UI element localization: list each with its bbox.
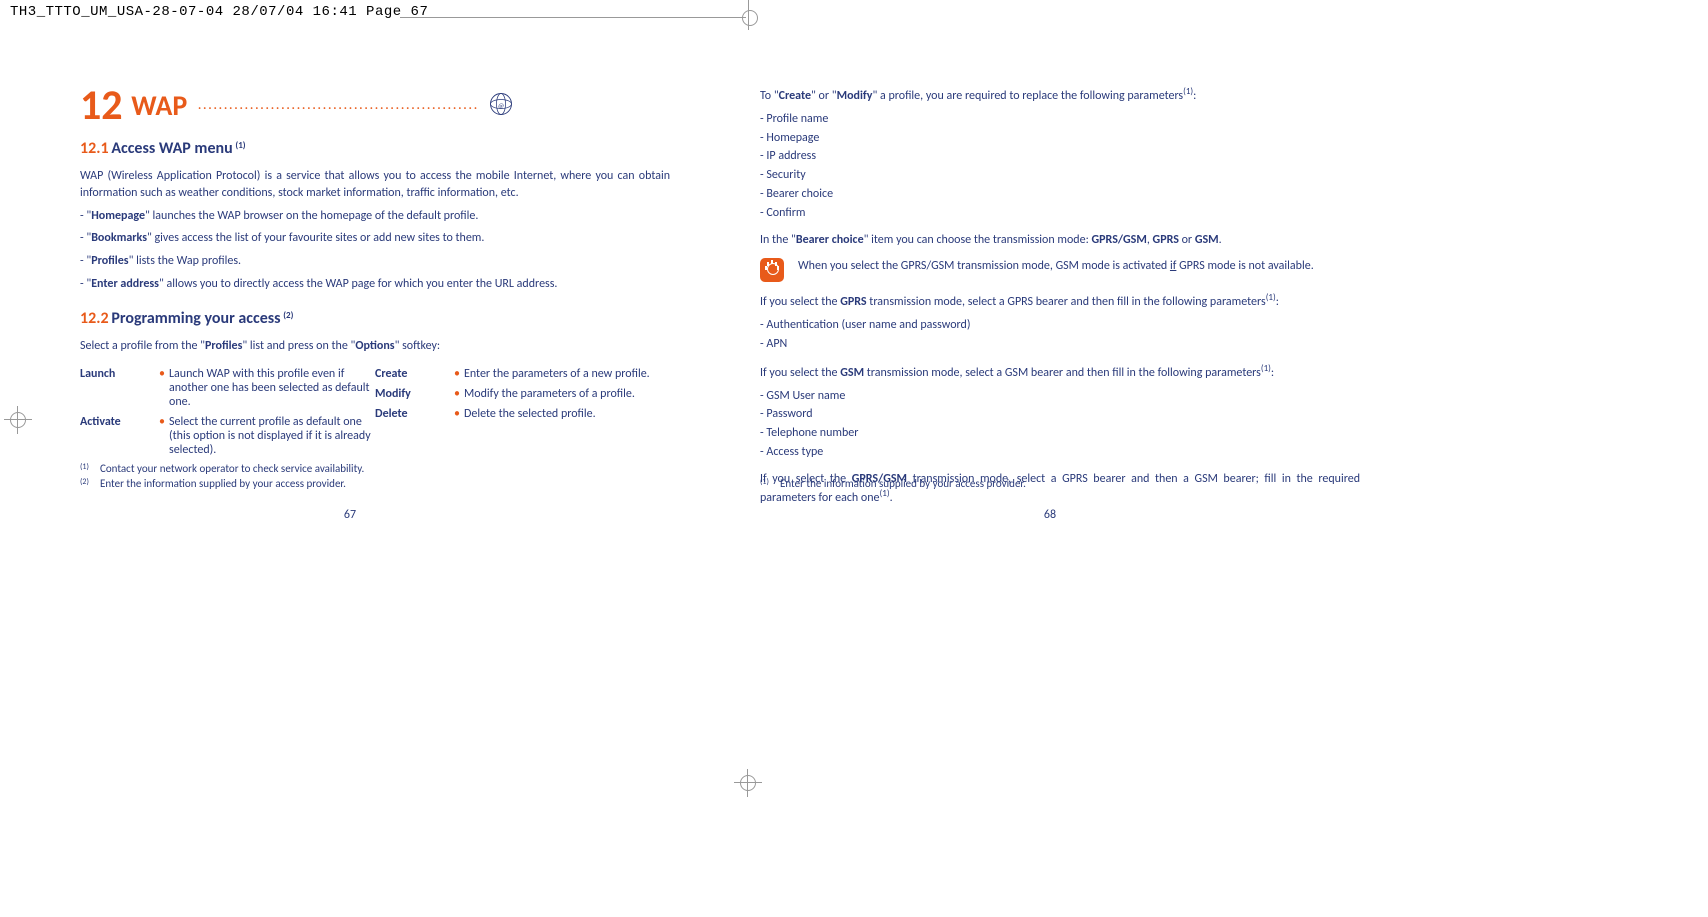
option-create: Create Enter the parameters of a new pro… [375, 367, 670, 381]
options-table: Launch Launch WAP with this profile even… [80, 367, 670, 463]
section-12-2-heading: 12.2 Programming your access (2) [80, 309, 670, 328]
section-12-1-heading: 12.1 Access WAP menu (1) [80, 139, 670, 158]
list-item: IP address [760, 148, 1360, 165]
print-header: TH3_TTTO_UM_USA-28-07-04 28/07/04 16:41 … [10, 4, 428, 20]
list-item: GSM User name [760, 388, 1360, 405]
section-title: Access WAP menu [111, 139, 232, 158]
bullet-bookmarks: - "Bookmarks" gives access the list of y… [80, 230, 670, 247]
chapter-heading: 12 WAP .................................… [80, 80, 670, 131]
param-list-1: Profile name Homepage IP address Securit… [760, 111, 1360, 222]
param-list-3: GSM User name Password Telephone number … [760, 388, 1360, 461]
chapter-number: 12 [80, 80, 123, 131]
tip-text: When you select the GPRS/GSM transmissio… [798, 258, 1314, 275]
select-profile-line: Select a profile from the "Profiles" lis… [80, 338, 670, 355]
create-modify-line: To "Create" or "Modify" a profile, you a… [760, 86, 1360, 105]
list-item: Access type [760, 444, 1360, 461]
svg-text:@: @ [497, 101, 504, 110]
bullet-profiles: - "Profiles" lists the Wap profiles. [80, 253, 670, 270]
gsm-line: If you select the GSM transmission mode,… [760, 363, 1360, 382]
page-number: 68 [700, 508, 1400, 522]
list-item: APN [760, 336, 1360, 353]
bullet-homepage: - "Homepage" launches the WAP browser on… [80, 208, 670, 225]
option-delete: Delete Delete the selected profile. [375, 407, 670, 421]
param-list-2: Authentication (user name and password) … [760, 317, 1360, 353]
section-number: 12.2 [80, 309, 109, 328]
list-item: Bearer choice [760, 186, 1360, 203]
option-launch: Launch Launch WAP with this profile even… [80, 367, 375, 409]
section-sup: (2) [283, 310, 293, 321]
footnotes-left: (1)Contact your network operator to chec… [80, 460, 660, 492]
intro-paragraph: WAP (Wireless Application Protocol) is a… [80, 168, 670, 202]
lightbulb-icon [760, 258, 784, 282]
bearer-choice-line: In the "Bearer choice" item you can choo… [760, 232, 1360, 249]
wap-globe-icon: @ [486, 89, 516, 123]
page-number: 67 [0, 508, 700, 522]
section-sup: (1) [235, 140, 245, 151]
chapter-title: WAP [131, 88, 187, 123]
page-67: 12 WAP .................................… [0, 60, 700, 532]
tip-box: When you select the GPRS/GSM transmissio… [760, 258, 1360, 282]
dot-leader: ........................................… [198, 99, 479, 113]
option-modify: Modify Modify the parameters of a profil… [375, 387, 670, 401]
section-number: 12.1 [80, 139, 109, 158]
list-item: Password [760, 406, 1360, 423]
bullet-enter-address: - "Enter address" allows you to directly… [80, 276, 670, 293]
registration-mark-top [740, 6, 758, 24]
list-item: Authentication (user name and password) [760, 317, 1360, 334]
section-title: Programming your access [111, 309, 280, 328]
option-activate: Activate Select the current profile as d… [80, 415, 375, 457]
list-item: Security [760, 167, 1360, 184]
list-item: Homepage [760, 130, 1360, 147]
list-item: Profile name [760, 111, 1360, 128]
footnotes-right: (1)Enter the information supplied by you… [760, 475, 1360, 492]
page-68: To "Create" or "Modify" a profile, you a… [700, 60, 1400, 532]
list-item: Confirm [760, 205, 1360, 222]
list-item: Telephone number [760, 425, 1360, 442]
gprs-line: If you select the GPRS transmission mode… [760, 292, 1360, 311]
